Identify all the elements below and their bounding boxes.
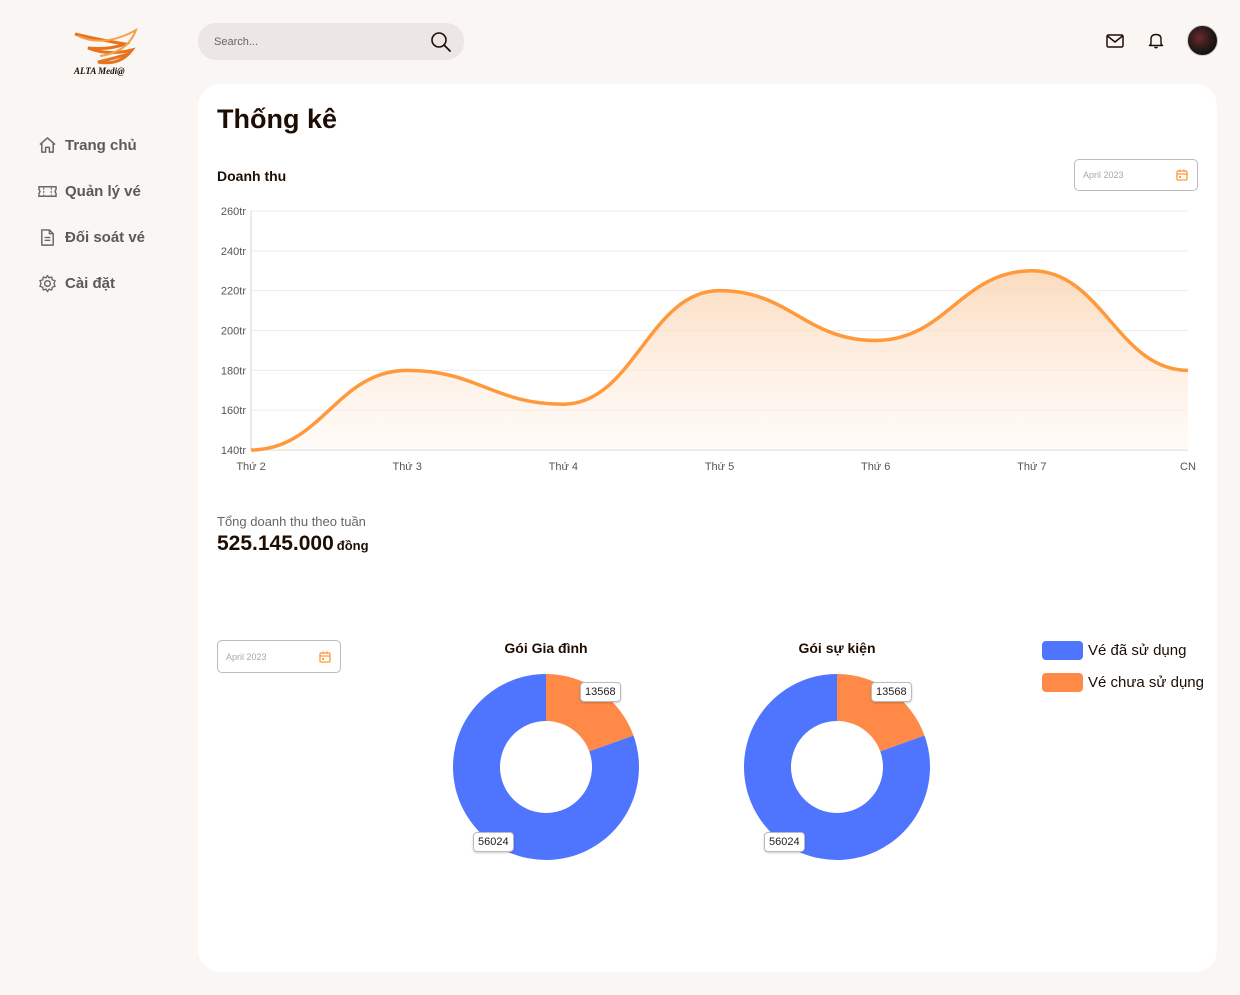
y-tick-label: 220tr: [221, 286, 246, 298]
main-card: Thống kê Doanh thu April 2023 140tr 160tr…: [198, 84, 1217, 972]
y-tick-label: 260tr: [221, 206, 246, 218]
donut-title-event: Gói sự kiện: [798, 640, 876, 656]
logo-text: ALTA Medi@: [73, 66, 125, 76]
y-tick-label: 140tr: [221, 445, 246, 457]
weekly-total-unit: đồng: [336, 538, 369, 553]
avatar[interactable]: [1187, 25, 1218, 56]
donut-title-family: Gói Gia đình: [504, 640, 588, 656]
sidebar-item-home[interactable]: Trang chủ: [38, 135, 145, 155]
y-tick-label: 240tr: [221, 246, 246, 258]
legend-swatch: [1042, 640, 1083, 660]
x-tick-label: Thứ 6: [861, 461, 890, 473]
x-tick-label: CN: [1180, 461, 1196, 473]
weekly-total-value: 525.145.000 đồng: [217, 532, 369, 556]
data-label-unused: 13568: [871, 682, 912, 702]
search-icon[interactable]: [430, 31, 452, 53]
y-tick-label: 200tr: [221, 326, 246, 338]
gear-icon: [39, 274, 56, 292]
sidebar-item-label: Đối soát vé: [65, 228, 146, 246]
topbar-actions: [1085, 25, 1218, 56]
document-icon: [41, 228, 54, 246]
y-tick-label: 180tr: [221, 365, 246, 377]
packages-date-picker[interactable]: April 2023: [217, 640, 341, 673]
data-label-used: 56024: [764, 832, 805, 852]
search-input[interactable]: [214, 35, 430, 48]
notification-button[interactable]: [1145, 30, 1167, 52]
revenue-area: [251, 270, 1188, 450]
sidebar-item-label: Cài đặt: [65, 274, 116, 292]
sidebar-item-ticket-management[interactable]: Quản lý vé: [38, 181, 145, 201]
legend-swatch: [1042, 672, 1083, 692]
weekly-total-amount: 525.145.000: [217, 532, 334, 555]
calendar-icon: [1176, 169, 1188, 181]
x-tick-label: Thứ 7: [1017, 461, 1046, 473]
search-bar: [198, 23, 464, 60]
mail-icon: [1106, 33, 1124, 48]
x-tick-label: Thứ 3: [392, 461, 421, 473]
x-tick-label: Thứ 4: [549, 461, 578, 473]
weekly-total-label: Tổng doanh thu theo tuần: [217, 514, 366, 529]
mail-button[interactable]: [1104, 30, 1126, 52]
revenue-line-chart: 140tr 160tr 180tr 200tr 220tr 240tr 260tr Thứ …: [221, 206, 1196, 473]
revenue-date-picker[interactable]: April 2023: [1074, 159, 1198, 191]
sidebar-item-settings[interactable]: Cài đặt: [38, 273, 145, 293]
chart-legend: Vé đã sử dụng Vé chưa sử dụng: [1042, 640, 1204, 704]
legend-label: Vé đã sử dụng: [1088, 641, 1187, 659]
legend-item-used: Vé đã sử dụng: [1042, 640, 1204, 660]
data-label-used: 56024: [473, 832, 514, 852]
calendar-icon: [319, 651, 331, 663]
page-title: Thống kê: [217, 104, 337, 134]
x-tick-label: Thứ 2: [236, 461, 265, 473]
ticket-icon: [38, 185, 57, 197]
sidebar-item-ticket-reconciliation[interactable]: Đối soát vé: [38, 227, 145, 247]
data-label-unused: 13568: [580, 682, 621, 702]
x-tick-label: Thứ 5: [705, 461, 734, 473]
bell-icon: [1148, 33, 1164, 49]
sidebar-item-label: Quản lý vé: [65, 182, 141, 200]
revenue-label: Doanh thu: [217, 168, 287, 184]
home-icon: [39, 136, 56, 153]
date-picker-value: April 2023: [226, 651, 267, 662]
logo[interactable]: ALTA Medi@: [70, 22, 142, 78]
sidebar-nav: Trang chủ Quản lý vé Đối soát vé Cài đặt: [38, 135, 145, 319]
legend-label: Vé chưa sử dụng: [1088, 673, 1204, 691]
sidebar-item-label: Trang chủ: [65, 136, 137, 154]
date-picker-value: April 2023: [1083, 170, 1124, 180]
legend-item-unused: Vé chưa sử dụng: [1042, 672, 1204, 692]
y-tick-label: 160tr: [221, 405, 246, 417]
